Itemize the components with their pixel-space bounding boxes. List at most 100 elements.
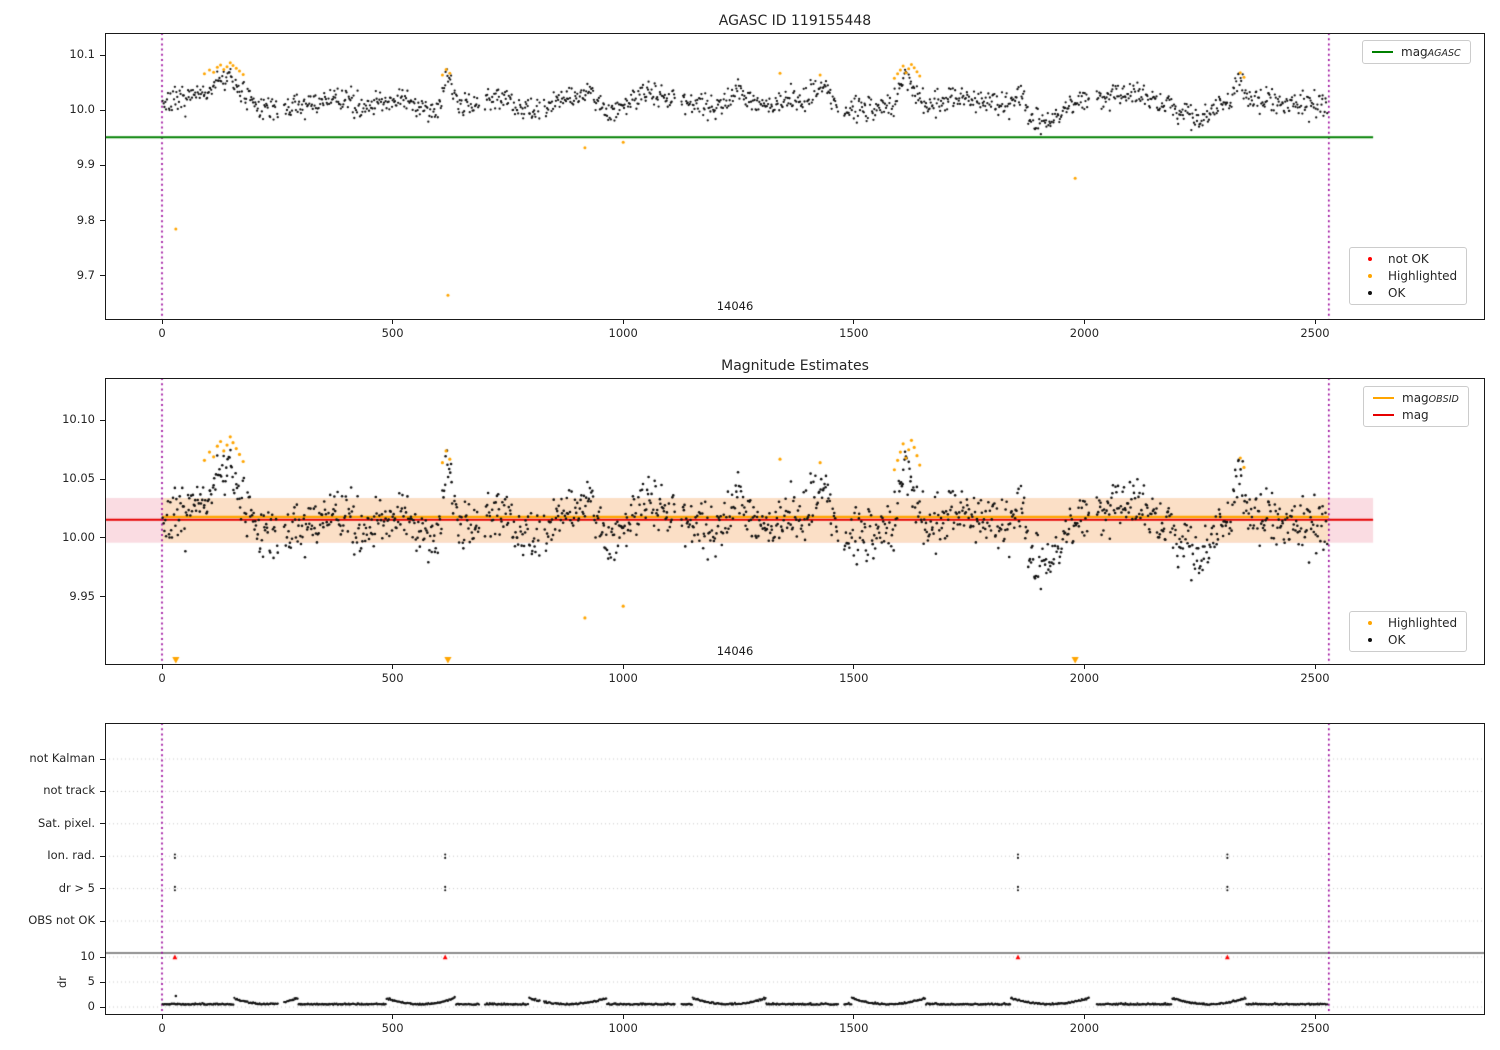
x-tick-label: 2000 [1069, 326, 1100, 340]
x-tick-mark [161, 665, 163, 669]
y-tick-mark [100, 981, 105, 983]
y-tick-mark [100, 54, 105, 56]
flag-row-label: Sat. pixel. [37, 815, 95, 830]
x-tick-mark [1083, 665, 1085, 669]
x-tick-mark [1083, 1015, 1085, 1019]
x-tick-label: 500 [381, 671, 404, 685]
legend-label: mag [1402, 408, 1429, 422]
x-tick-label: 0 [158, 1021, 166, 1035]
legend-label: OK [1388, 633, 1406, 647]
legend-entry: Highlighted [1359, 269, 1457, 283]
legend-entry-mag-agasc: magAGASC [1372, 45, 1461, 59]
x-tick-label: 2500 [1300, 326, 1330, 340]
x-tick-label: 1500 [839, 1021, 869, 1035]
y-tick-mark [100, 537, 105, 539]
y-tick-mark [100, 109, 105, 111]
x-tick-label: 1000 [608, 326, 638, 340]
x-tick-label: 1000 [608, 1021, 638, 1035]
flag-row-label: not Kalman [29, 751, 95, 765]
y-tick-label: 10.10 [62, 412, 95, 427]
legend-entry: magOBSID [1373, 391, 1459, 405]
bottom-plot-canvas [105, 723, 1485, 1015]
legend-entry: OK [1359, 286, 1457, 300]
y-tick-mark [100, 823, 105, 825]
y-tick-label: 10.1 [69, 47, 95, 62]
legend-marker-swatch [1368, 257, 1372, 261]
y-tick-label: 10.0 [69, 102, 95, 117]
y-tick-mark [100, 920, 105, 922]
x-tick-mark [161, 320, 163, 324]
middle-legend-markers: Highlighted OK [1349, 611, 1468, 652]
x-tick-mark [392, 665, 394, 669]
top-plot-title: AGASC ID 119155448 [718, 13, 872, 29]
x-tick-mark [392, 1015, 394, 1019]
y-tick-mark [100, 596, 105, 598]
top-plot-axes [105, 33, 1485, 320]
x-tick-mark [161, 1015, 163, 1019]
y-tick-mark [100, 888, 105, 890]
y-tick-label: 10.00 [62, 529, 95, 544]
legend-marker-swatch [1368, 274, 1372, 278]
x-tick-label: 1500 [839, 671, 869, 685]
dr-tick-label: 5 [87, 974, 95, 988]
y-tick-mark [100, 758, 105, 760]
y-tick-label: 10.05 [62, 471, 95, 486]
x-tick-mark [392, 320, 394, 324]
y-tick-label: 9.7 [76, 267, 95, 282]
flag-row-label: not track [43, 783, 95, 798]
x-tick-mark [1314, 320, 1316, 324]
legend-label: magAGASC [1401, 45, 1461, 59]
middle-plot-axes [105, 378, 1485, 665]
legend-label: Highlighted [1388, 269, 1458, 283]
top-obsid-annotation: 14046 [716, 299, 754, 313]
x-tick-mark [622, 1015, 624, 1019]
x-tick-mark [853, 665, 855, 669]
middle-plot-canvas [105, 378, 1485, 665]
x-tick-label: 0 [158, 326, 166, 340]
y-tick-mark [100, 855, 105, 857]
middle-legend-lines: magOBSID mag [1363, 386, 1469, 427]
x-tick-label: 500 [381, 326, 404, 340]
legend-label: not OK [1388, 252, 1429, 266]
x-tick-mark [1314, 1015, 1316, 1019]
x-tick-mark [622, 320, 624, 324]
y-tick-mark [100, 220, 105, 222]
x-tick-mark [853, 1015, 855, 1019]
y-tick-mark [100, 956, 105, 958]
legend-marker-swatch [1368, 291, 1372, 295]
x-tick-label: 500 [381, 1021, 404, 1035]
x-tick-label: 1500 [839, 326, 869, 340]
top-legend-line: magAGASC [1362, 40, 1471, 64]
x-tick-label: 2000 [1069, 1021, 1100, 1035]
y-tick-mark [100, 1006, 105, 1008]
middle-obsid-annotation: 14046 [716, 644, 754, 658]
top-legend-markers: not OK Highlighted OK [1349, 247, 1468, 305]
y-tick-mark [100, 275, 105, 277]
legend-entry: mag [1373, 408, 1459, 422]
x-tick-label: 2500 [1300, 1021, 1330, 1035]
dr-tick-label: 0 [87, 999, 95, 1013]
dr-tick-label: 10 [80, 949, 95, 963]
legend-entry: Highlighted [1359, 616, 1457, 630]
y-tick-mark [100, 164, 105, 166]
x-tick-mark [1083, 320, 1085, 324]
flag-row-label: OBS not OK [28, 913, 95, 927]
x-tick-label: 1000 [608, 671, 638, 685]
y-tick-label: 9.95 [69, 588, 95, 603]
legend-entry: not OK [1359, 252, 1457, 266]
y-tick-label: 9.9 [76, 157, 95, 172]
legend-label: Highlighted [1388, 616, 1458, 630]
legend-entry: OK [1359, 633, 1457, 647]
legend-label: OK [1388, 286, 1406, 300]
y-tick-mark [100, 419, 105, 421]
flag-row-label: Ion. rad. [47, 848, 95, 863]
top-plot-canvas [105, 33, 1485, 320]
x-tick-label: 2000 [1069, 671, 1100, 685]
mag-agasc-line-swatch [1372, 50, 1393, 54]
y-tick-mark [100, 478, 105, 480]
x-tick-mark [1314, 665, 1316, 669]
x-tick-label: 0 [158, 671, 166, 685]
flag-row-label: dr > 5 [58, 880, 95, 895]
legend-label: magOBSID [1402, 391, 1459, 405]
middle-plot-title: Magnitude Estimates [721, 358, 869, 374]
